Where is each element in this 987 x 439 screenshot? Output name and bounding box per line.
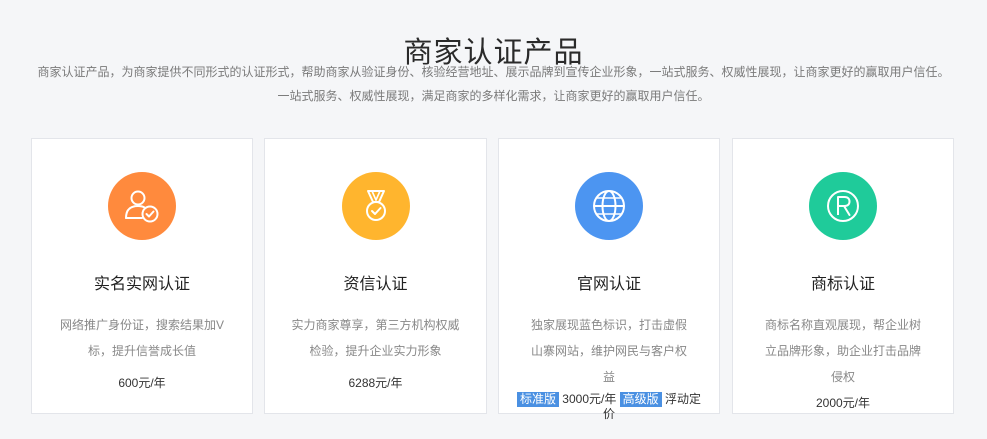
user-check-icon [108, 172, 176, 240]
price-options: 标准版 3000元/年 高级版 浮动定价 [514, 392, 704, 421]
card-price: 2000元/年 [815, 396, 871, 410]
globe-icon [575, 172, 643, 240]
product-card-credit[interactable]: 资信认证 实力商家尊享，第三方机构权威检验，提升企业实力形象 6288元/年 [264, 138, 487, 414]
card-title: 商标认证 [810, 276, 875, 293]
card-description: 独家展现蓝色标识，打击虚假山寨网站，维护网民与客户权益 [530, 318, 687, 384]
intro-text: 商家认证产品，为商家提供不同形式的认证形式，帮助商家从验证身份、核验经营地址、展… [30, 60, 957, 108]
tag-standard-badge: 标准版 [516, 392, 559, 407]
intro-line-1: 商家认证产品，为商家提供不同形式的认证形式，帮助商家从验证身份、核验经营地址、展… [37, 65, 950, 79]
card-title: 资信认证 [343, 276, 408, 293]
medal-icon [341, 172, 410, 240]
tag-premium-badge: 高级版 [619, 392, 662, 407]
card-title: 官网认证 [576, 276, 641, 293]
price-standard: 3000元/年 [562, 392, 617, 406]
card-price: 6288元/年 [348, 376, 403, 390]
card-title: 实名实网认证 [93, 276, 190, 293]
card-price: 600元/年 [118, 376, 166, 390]
intro-line-2: 一站式服务、权威性展现，满足商家的多样化需求，让商家更好的赢取用户信任。 [277, 89, 710, 103]
product-card-trademark[interactable]: 商标认证 商标名称直观展现，帮企业树立品牌形象，助企业打击品牌侵权 2000元/… [732, 138, 954, 414]
card-description: 网络推广身份证，搜索结果加V标，提升信誉成长值 [60, 318, 225, 358]
card-description: 实力商家尊享，第三方机构权威检验，提升企业实力形象 [291, 318, 460, 358]
product-card-website[interactable]: 官网认证 独家展现蓝色标识，打击虚假山寨网站，维护网民与客户权益 标准版 300… [498, 138, 720, 421]
product-card-realname[interactable]: 实名实网认证 网络推广身份证，搜索结果加V标，提升信誉成长值 600元/年 [31, 138, 253, 414]
card-description: 商标名称直观展现，帮企业树立品牌形象，助企业打击品牌侵权 [764, 318, 921, 384]
registered-icon [809, 172, 877, 240]
